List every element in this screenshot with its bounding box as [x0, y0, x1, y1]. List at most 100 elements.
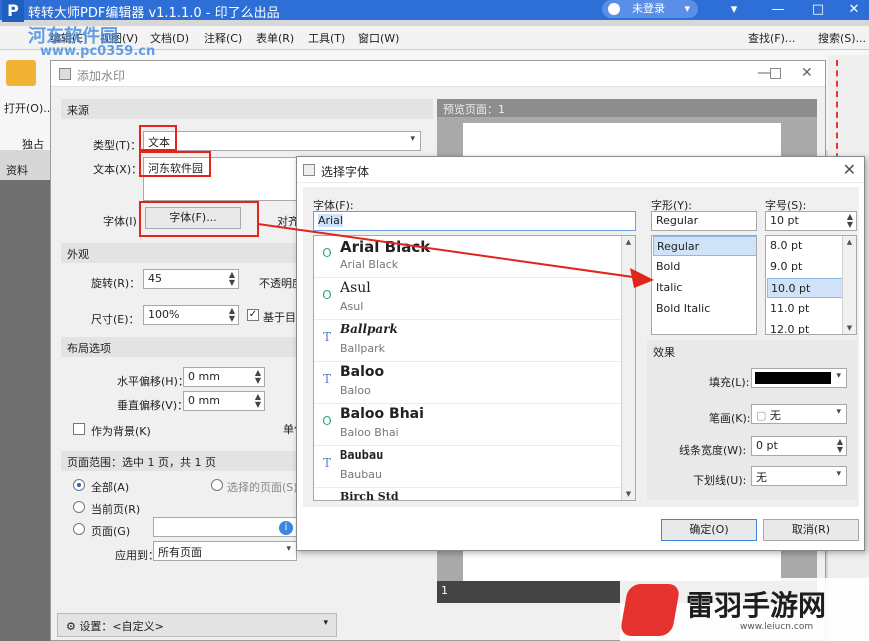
site-url: www.pc0359.cn [40, 44, 156, 59]
menu-form[interactable]: 表单(R) [256, 30, 294, 46]
all-pages-radio[interactable] [73, 479, 85, 491]
style-item[interactable]: Bold [653, 257, 756, 277]
app-logo-icon: P [2, 0, 24, 22]
dialog-titlebar: 添加水印 — □ ✕ [51, 61, 825, 87]
size-list-scrollbar[interactable]: ▲ ▼ [842, 236, 856, 334]
close-button[interactable]: ✕ [834, 0, 869, 20]
font-item[interactable]: O Arial Black Arial Black [314, 236, 622, 278]
current-page-label: 当前页(R) [91, 503, 141, 516]
font-item[interactable]: O Baloo Bhai Baloo Bhai [314, 404, 622, 446]
line-width-stepper[interactable]: 0 pt ▲ ▼ [751, 436, 847, 456]
font-list-scrollbar[interactable]: ▲ ▼ [621, 236, 635, 500]
highlight-text [139, 151, 211, 177]
source-header: 来源 [61, 99, 433, 119]
fill-label: 填充(L): [709, 376, 750, 389]
ok-button[interactable]: 确定(O) [661, 519, 757, 541]
current-page-radio[interactable] [73, 501, 85, 513]
h-offset-stepper[interactable]: 0 mm ▲ ▼ [183, 367, 265, 387]
badge-logo-icon [619, 584, 681, 636]
find-button[interactable]: 查找(F)... [748, 30, 795, 46]
maximize-button[interactable]: □ [798, 0, 838, 20]
v-offset-stepper[interactable]: 0 mm ▲ ▼ [183, 391, 265, 411]
rotation-label: 旋转(R)： [91, 277, 141, 290]
opentype-icon: O [322, 246, 332, 260]
style-input[interactable]: Regular [651, 211, 757, 231]
settings-select[interactable]: ⚙ 设置：<自定义> ▾ [57, 613, 337, 637]
line-width-label: 线条宽度(W): [679, 444, 747, 457]
font-item[interactable]: T Baubau Baubau [314, 446, 622, 488]
pages-radio[interactable] [73, 523, 85, 535]
material-label: 资料 [6, 164, 28, 177]
style-item[interactable]: Regular [653, 236, 756, 256]
font-dialog-titlebar: 选择字体 ✕ [297, 157, 864, 183]
maximize-icon[interactable]: □ [769, 65, 782, 81]
relative-checkbox[interactable]: ✓ [247, 309, 259, 321]
opentype-icon: O [319, 497, 335, 500]
size-item[interactable]: 9.0 pt [767, 257, 843, 277]
font-item[interactable]: T Baloo Baloo [314, 362, 622, 404]
font-item[interactable]: O Birch Std [314, 488, 622, 500]
underline-select[interactable]: 无 ▾ [751, 466, 847, 486]
close-icon[interactable]: ✕ [843, 160, 856, 179]
font-item[interactable]: O Asul Asul [314, 278, 622, 320]
menu-tools[interactable]: 工具(T) [308, 30, 345, 46]
style-list[interactable]: Regular Bold Italic Bold Italic [651, 235, 757, 335]
open-button[interactable]: 打开(O)... [4, 100, 54, 116]
size-list[interactable]: 8.0 pt 9.0 pt 10.0 pt 11.0 pt 12.0 pt ▲ ▼ [765, 235, 857, 335]
stroke-swatch-icon: ▢ [756, 409, 770, 422]
size-item[interactable]: 11.0 pt [767, 299, 843, 319]
pages-input[interactable] [153, 517, 297, 537]
style-item[interactable]: Bold Italic [653, 299, 756, 319]
type-select[interactable]: 文本 ▾ [143, 131, 421, 151]
menu-comment[interactable]: 注释(C) [204, 30, 242, 46]
site-badge: 雷羽手游网 www.leiucn.com [619, 578, 869, 641]
text-label: 文本(X)： [93, 163, 143, 176]
font-item[interactable]: T Ballpark Ballpark [314, 320, 622, 362]
background-label: 作为背景(K) [91, 425, 151, 438]
folder-icon[interactable] [6, 60, 36, 86]
apply-to-select[interactable]: 所有页面 ▾ [153, 541, 297, 561]
minimize-button[interactable]: — [758, 0, 798, 20]
cancel-button[interactable]: 取消(R) [763, 519, 859, 541]
search-button[interactable]: 搜索(S)... [818, 30, 866, 46]
truetype-icon: T [322, 372, 331, 386]
font-dialog-title: 选择字体 [321, 165, 370, 179]
scroll-up-icon: ▲ [625, 238, 632, 246]
info-icon[interactable]: i [279, 521, 293, 535]
highlight-font [139, 201, 259, 237]
stroke-label: 笔画(K): [709, 412, 751, 425]
fill-swatch [755, 372, 831, 384]
size-stepper[interactable]: 100% ▲ ▼ [143, 305, 239, 325]
style-item[interactable]: Italic [653, 278, 756, 298]
menu-document[interactable]: 文档(D) [150, 30, 189, 46]
login-button[interactable]: 未登录 ▾ [602, 0, 698, 18]
rotation-stepper[interactable]: 45 ▲ ▼ [143, 269, 239, 289]
font-dialog-body: 字体(F): Arial O Arial Black Arial Black O… [303, 187, 859, 507]
type-label: 类型(T)： [93, 139, 142, 152]
size-item[interactable]: 10.0 pt [767, 278, 843, 298]
opentype-icon: O [322, 414, 332, 428]
preview-page-number[interactable]: 1 [441, 584, 457, 600]
background-checkbox[interactable] [73, 423, 85, 435]
stroke-select[interactable]: ▢ 无 ▾ [751, 404, 847, 424]
user-icon [608, 3, 620, 15]
dialog-icon [59, 68, 71, 80]
select-font-dialog: 选择字体 ✕ 字体(F): Arial O Arial Black Arial … [296, 156, 865, 551]
chevron-down-icon: ▾ [684, 2, 690, 15]
truetype-icon: T [322, 330, 331, 344]
font-list[interactable]: O Arial Black Arial Black O Asul Asul T … [313, 235, 636, 501]
highlight-type [139, 125, 177, 151]
close-icon[interactable]: ✕ [801, 65, 813, 81]
menu-icon[interactable]: ▾ [714, 0, 754, 20]
size-item[interactable]: 8.0 pt [767, 236, 843, 256]
size-item[interactable]: 12.0 pt [767, 320, 843, 334]
app-titlebar: P 转转大师PDF编辑器 v1.1.1.0 - 印了么出品 未登录 ▾ ▾ — … [0, 0, 869, 22]
effects-header: 效果 [653, 346, 675, 359]
size-stepper[interactable]: 10 pt ▲ ▼ [765, 211, 857, 231]
selected-pages-radio[interactable] [211, 479, 223, 491]
fill-color-picker[interactable]: ▾ [751, 368, 847, 388]
opentype-icon: O [322, 288, 332, 302]
menu-window[interactable]: 窗口(W) [358, 30, 399, 46]
dialog-title: 添加水印 [77, 69, 126, 83]
font-input[interactable]: Arial [313, 211, 636, 231]
